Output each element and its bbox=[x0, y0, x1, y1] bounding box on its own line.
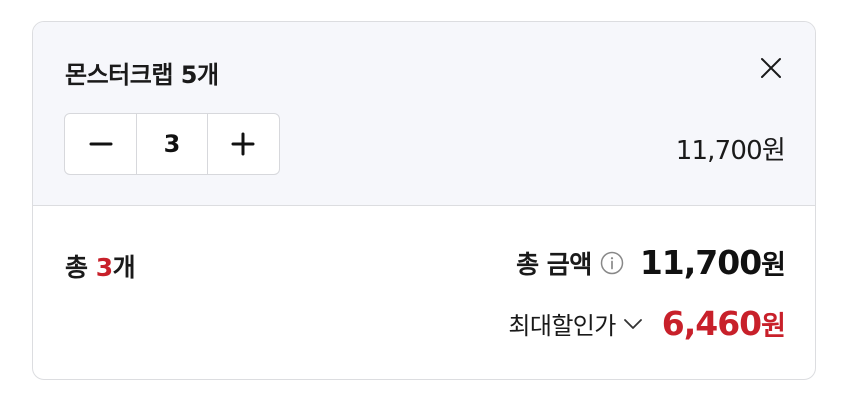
chevron-down-icon bbox=[622, 313, 644, 335]
plus-icon bbox=[231, 132, 255, 156]
max-discount-unit: 원 bbox=[761, 311, 786, 342]
decrease-quantity-button[interactable] bbox=[65, 114, 136, 174]
total-amount-unit: 원 bbox=[761, 250, 786, 281]
total-amount-number: 11,700 bbox=[639, 243, 762, 282]
remove-item-button[interactable] bbox=[759, 56, 783, 80]
info-icon[interactable] bbox=[600, 251, 624, 275]
increase-quantity-button[interactable] bbox=[208, 114, 279, 174]
total-count-prefix: 총 bbox=[65, 253, 96, 282]
item-title: 몬스터크랩 5개 bbox=[65, 61, 219, 89]
order-summary-card: 몬스터크랩 5개 3 11,700원 총 3개 총 금액 11,700원 최대할… bbox=[32, 21, 816, 380]
total-count: 총 3개 bbox=[65, 248, 136, 284]
max-discount-toggle[interactable]: 최대할인가 6,460원 bbox=[508, 304, 786, 343]
close-icon bbox=[761, 58, 781, 78]
total-amount-label: 총 금액 bbox=[516, 249, 592, 279]
total-count-value: 3 bbox=[95, 253, 113, 282]
max-discount-value: 6,460원 bbox=[661, 304, 786, 343]
max-discount-number: 6,460 bbox=[661, 304, 762, 343]
total-amount-value: 11,700원 bbox=[639, 243, 786, 282]
total-count-suffix: 개 bbox=[112, 253, 136, 282]
quantity-stepper: 3 bbox=[64, 113, 280, 175]
max-discount-label: 최대할인가 bbox=[508, 312, 616, 340]
quantity-value[interactable]: 3 bbox=[136, 114, 208, 174]
item-price: 11,700원 bbox=[675, 136, 786, 166]
minus-icon bbox=[89, 142, 113, 146]
selected-option-item: 몬스터크랩 5개 3 11,700원 bbox=[33, 22, 815, 206]
total-amount-row: 총 금액 11,700원 bbox=[516, 243, 786, 282]
